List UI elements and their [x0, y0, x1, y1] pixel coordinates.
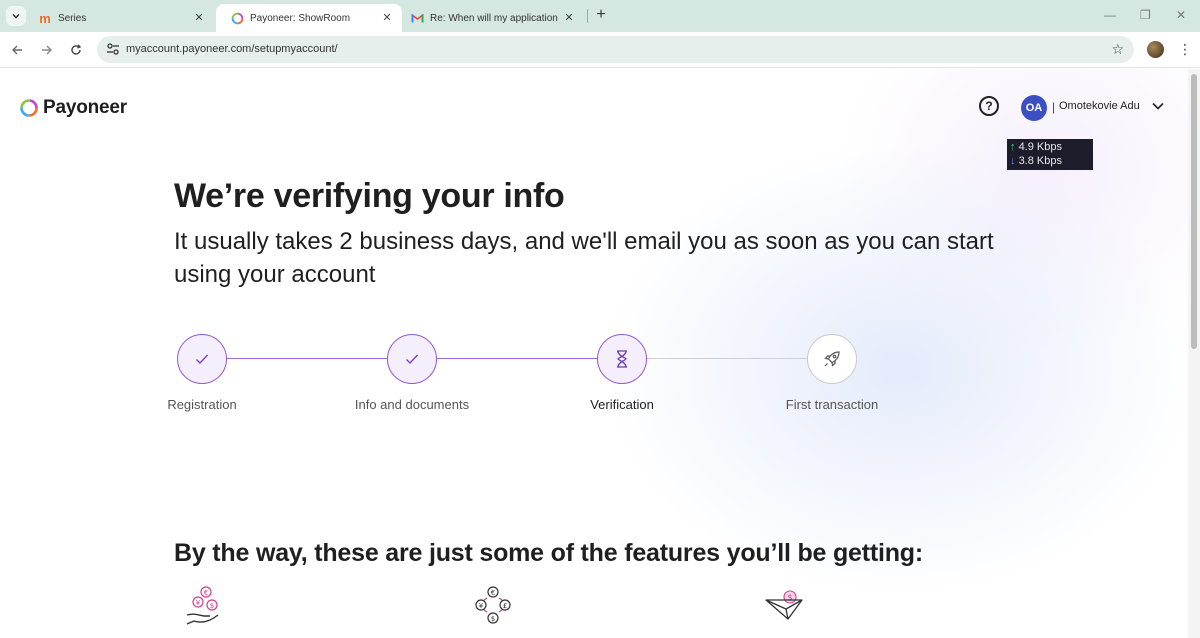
stepper-line-2	[437, 358, 597, 359]
back-button[interactable]	[8, 41, 26, 59]
address-bar[interactable]: myaccount.payoneer.com/setupmyaccount/ ☆	[97, 36, 1134, 63]
gmail-icon	[410, 11, 424, 25]
step-first-transaction	[807, 334, 857, 384]
minimize-button[interactable]: —	[1104, 8, 1116, 22]
svg-text:$: $	[491, 615, 495, 623]
url-text: myaccount.payoneer.com/setupmyaccount/	[126, 43, 338, 55]
svg-text:$: $	[210, 602, 214, 610]
tab-payoneer-showroom[interactable]: Payoneer: ShowRoom ✕	[216, 4, 402, 32]
new-tab-button[interactable]: +	[593, 7, 609, 24]
brand-name: Payoneer	[43, 97, 127, 118]
tab-gmail[interactable]: Re: When will my application b ✕	[396, 4, 584, 32]
stepper-line-1	[227, 358, 387, 359]
svg-text:£: £	[503, 602, 507, 610]
tab-title: Payoneer: ShowRoom	[250, 12, 351, 24]
scrollbar-thumb[interactable]	[1191, 74, 1197, 349]
site-settings-icon[interactable]	[106, 42, 120, 56]
browser-menu-icon[interactable]: ⋮	[1178, 41, 1192, 57]
browser-toolbar: myaccount.payoneer.com/setupmyaccount/ ☆…	[0, 32, 1200, 68]
svg-text:¥: ¥	[196, 599, 201, 607]
svg-text:¥: ¥	[479, 602, 484, 610]
close-icon[interactable]: ✕	[380, 11, 394, 25]
tab-series[interactable]: m Series ✕	[24, 4, 214, 32]
page-content: Payoneer ? OA | Omotekovie Adu ↑ 4.9 Kbp…	[0, 69, 1188, 638]
reload-button[interactable]	[67, 41, 85, 59]
bookmark-star-icon[interactable]: ☆	[1111, 41, 1124, 58]
stepper-line-3	[647, 358, 807, 359]
arrow-right-icon	[42, 45, 52, 55]
paper-plane-dollar-icon: $	[765, 590, 803, 620]
reload-icon	[71, 44, 82, 55]
tab-title: Series	[58, 12, 87, 24]
tab-divider	[587, 9, 588, 23]
close-icon[interactable]: ✕	[562, 11, 576, 25]
chevron-down-icon[interactable]	[1152, 101, 1164, 111]
user-separator: |	[1052, 100, 1056, 114]
user-avatar[interactable]: OA	[1021, 95, 1047, 121]
step-label-registration: Registration	[167, 397, 237, 412]
svg-text:$: $	[787, 593, 792, 602]
svg-text:€: €	[491, 589, 495, 597]
restore-button[interactable]: ❐	[1140, 8, 1151, 22]
forward-button[interactable]	[38, 41, 56, 59]
features-heading: By the way, these are just some of the f…	[174, 539, 924, 567]
network-speed-overlay: ↑ 4.9 Kbps ↓ 3.8 Kbps	[1007, 139, 1093, 170]
svg-text:€: €	[204, 589, 208, 597]
browser-profile-avatar[interactable]	[1147, 41, 1164, 58]
m-logo-icon: m	[39, 10, 51, 26]
currency-exchange-icon: € ¥ £ $	[475, 586, 511, 624]
hand-currency-icon: € ¥ $	[186, 586, 219, 625]
hourglass-icon	[617, 350, 627, 368]
rocket-icon	[824, 351, 840, 367]
user-name[interactable]: Omotekovie Adu	[1059, 100, 1140, 112]
download-speed: ↓ 3.8 Kbps	[1010, 155, 1062, 167]
payoneer-logo[interactable]: Payoneer	[19, 97, 127, 119]
page-title: We’re verifying your info	[174, 177, 565, 215]
upload-speed: ↑ 4.9 Kbps	[1010, 141, 1062, 153]
check-icon	[196, 354, 209, 365]
payoneer-ring-icon	[20, 99, 38, 117]
step-label-verification: Verification	[590, 397, 654, 412]
browser-tab-bar: m Series ✕ Payoneer: ShowRoom ✕ Re: When…	[0, 0, 1200, 32]
page-scrollbar[interactable]	[1188, 69, 1200, 638]
tab-title: Re: When will my application b	[430, 12, 558, 24]
arrow-down-icon: ↓	[1010, 155, 1016, 167]
step-registration	[177, 334, 227, 384]
step-info-documents	[387, 334, 437, 384]
check-icon	[406, 354, 419, 365]
step-verification	[597, 334, 647, 384]
close-window-button[interactable]: ✕	[1176, 8, 1186, 22]
arrow-up-icon: ↑	[1010, 141, 1016, 153]
arrow-left-icon	[12, 45, 22, 55]
tab-search-button[interactable]	[6, 6, 26, 26]
help-icon[interactable]: ?	[979, 96, 999, 116]
close-icon[interactable]: ✕	[192, 11, 206, 25]
page-subtitle: It usually takes 2 business days, and we…	[174, 228, 994, 288]
payoneer-ring-icon	[230, 11, 244, 25]
chevron-down-icon	[12, 13, 20, 19]
step-label-info-documents: Info and documents	[354, 397, 470, 412]
step-label-first-transaction: First transaction	[785, 397, 879, 412]
